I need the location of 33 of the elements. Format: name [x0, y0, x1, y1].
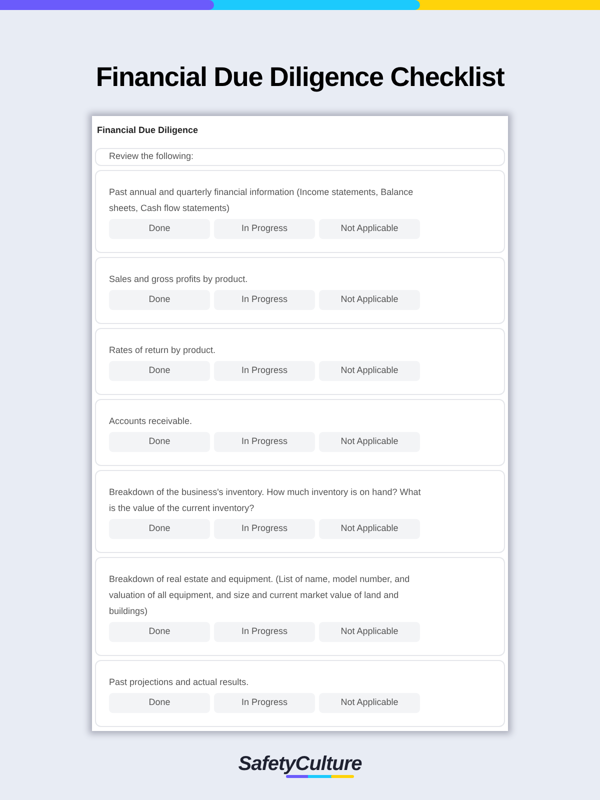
question-text: Breakdown of real estate and equipment. (List of name, model number, and valuation of all equipment, and size and current market value of land and buildings)	[109, 573, 411, 618]
response-option[interactable]: Done	[109, 519, 210, 539]
response-option[interactable]: In Progress	[214, 219, 315, 239]
response-option[interactable]: In Progress	[214, 290, 315, 310]
response-option[interactable]: Done	[109, 622, 210, 642]
response-option[interactable]: Not Applicable	[319, 693, 420, 713]
intro-card: Review the following:	[95, 148, 505, 166]
response-option[interactable]: Not Applicable	[319, 622, 420, 642]
response-option[interactable]: Not Applicable	[319, 290, 420, 310]
question-text: Sales and gross profits by product.	[109, 273, 249, 286]
response-option[interactable]: In Progress	[214, 622, 315, 642]
logo-wordmark: SafetyCulture	[238, 753, 362, 775]
response-option[interactable]: Not Applicable	[319, 432, 420, 452]
question-text: Rates of return by product.	[109, 344, 217, 357]
response-option[interactable]: Done	[109, 219, 210, 239]
response-option[interactable]: In Progress	[214, 361, 315, 381]
question-text: Breakdown of the business's inventory. How much inventory is on hand? What is the value of the current inventory?	[109, 486, 422, 515]
response-option[interactable]: Done	[109, 290, 210, 310]
response-option[interactable]: Not Applicable	[319, 519, 420, 539]
question-text: Accounts receivable.	[109, 415, 194, 428]
page-title: Financial Due Diligence Checklist	[96, 61, 504, 94]
logo-underline-icon	[286, 775, 354, 778]
question-text: Past projections and actual results.	[109, 676, 250, 689]
question-text: Past annual and quarterly financial information (Income statements, Balance sheets, Cash flow statements)	[109, 186, 414, 215]
response-option[interactable]: Not Applicable	[319, 361, 420, 381]
response-option[interactable]: Done	[109, 432, 210, 452]
response-option[interactable]: In Progress	[214, 432, 315, 452]
response-option[interactable]: In Progress	[214, 693, 315, 713]
response-option[interactable]: Done	[109, 361, 210, 381]
response-option[interactable]: In Progress	[214, 519, 315, 539]
form-title: Financial Due Diligence	[96, 124, 200, 137]
response-option[interactable]: Done	[109, 693, 210, 713]
response-option[interactable]: Not Applicable	[319, 219, 420, 239]
